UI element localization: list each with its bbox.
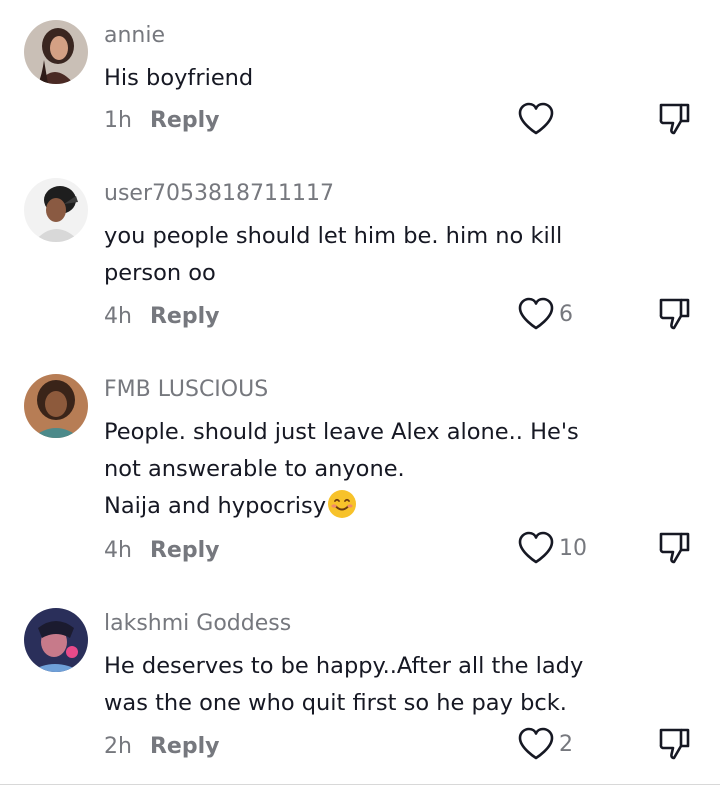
comment-text: you people should let him be. him no kil…: [104, 218, 624, 292]
thumbs-down-outline-icon: [659, 532, 690, 564]
smiling-face-emoji: [328, 490, 357, 518]
reply-button[interactable]: Reply: [150, 538, 220, 563]
avatar[interactable]: [24, 20, 88, 84]
comment-text-line: not answerable to anyone.: [104, 456, 405, 482]
like-button[interactable]: 10: [517, 530, 587, 566]
dislike-button[interactable]: [657, 530, 693, 566]
heart-outline-icon: [518, 297, 554, 330]
comment-text-line: you people should let him be. him no kil…: [104, 223, 563, 249]
dislike-button[interactable]: [657, 101, 693, 137]
comment-text-line: People. should just leave Alex alone.. H…: [104, 419, 579, 445]
divider: [0, 784, 720, 785]
like-button[interactable]: [517, 101, 559, 137]
comment-text-line: was the one who quit first so he pay bck…: [104, 690, 567, 716]
comment-text-line: His boyfriend: [104, 65, 254, 91]
reply-button[interactable]: Reply: [150, 108, 220, 133]
comment-text-line: person oo: [104, 260, 216, 286]
like-count: 6: [559, 301, 573, 327]
comment-time: 2h: [104, 734, 132, 759]
reply-button[interactable]: Reply: [150, 304, 220, 329]
comment-username[interactable]: annie: [104, 22, 165, 50]
like-count: 2: [559, 731, 573, 757]
comment-meta: 4h Reply: [104, 303, 219, 331]
thumbs-down-outline-icon: [659, 103, 690, 135]
comment-username[interactable]: lakshmi Goddess: [104, 610, 291, 638]
thumbs-down-outline-icon: [659, 298, 690, 330]
dislike-button[interactable]: [657, 726, 693, 762]
comment-time: 1h: [104, 108, 132, 133]
dislike-button[interactable]: [657, 296, 693, 332]
comment-item: annie His boyfriend 1h Reply: [0, 0, 720, 160]
like-button[interactable]: 6: [517, 296, 573, 332]
comment-time: 4h: [104, 538, 132, 563]
comment-item: user7053818711117 you people should let …: [0, 160, 720, 350]
comment-time: 4h: [104, 304, 132, 329]
thumbs-down-outline-icon: [659, 728, 690, 760]
comment-username[interactable]: user7053818711117: [104, 180, 334, 208]
comment-username[interactable]: FMB LUSCIOUS: [104, 376, 268, 404]
like-count: 10: [559, 535, 587, 561]
like-button[interactable]: 2: [517, 726, 573, 762]
avatar[interactable]: [24, 374, 88, 438]
comment-text-line: He deserves to be happy..After all the l…: [104, 653, 584, 679]
heart-outline-icon: [518, 102, 554, 135]
avatar[interactable]: [24, 178, 88, 242]
heart-outline-icon: [518, 531, 554, 564]
reply-button[interactable]: Reply: [150, 734, 220, 759]
heart-outline-icon: [518, 727, 554, 760]
comment-text: His boyfriend: [104, 60, 624, 97]
comment-text: He deserves to be happy..After all the l…: [104, 648, 624, 722]
avatar[interactable]: [24, 608, 88, 672]
comment-text-line: Naija and hypocrisy: [104, 493, 327, 519]
comment-meta: 1h Reply: [104, 107, 219, 135]
comment-text: People. should just leave Alex alone.. H…: [104, 414, 624, 525]
comment-meta: 4h Reply: [104, 537, 219, 565]
comment-text-line-with-emoji: Naija and hypocrisy: [104, 488, 624, 525]
comment-meta: 2h Reply: [104, 733, 219, 761]
comment-item: lakshmi Goddess He deserves to be happy.…: [0, 590, 720, 784]
comment-item: FMB LUSCIOUS People. should just leave A…: [0, 350, 720, 590]
